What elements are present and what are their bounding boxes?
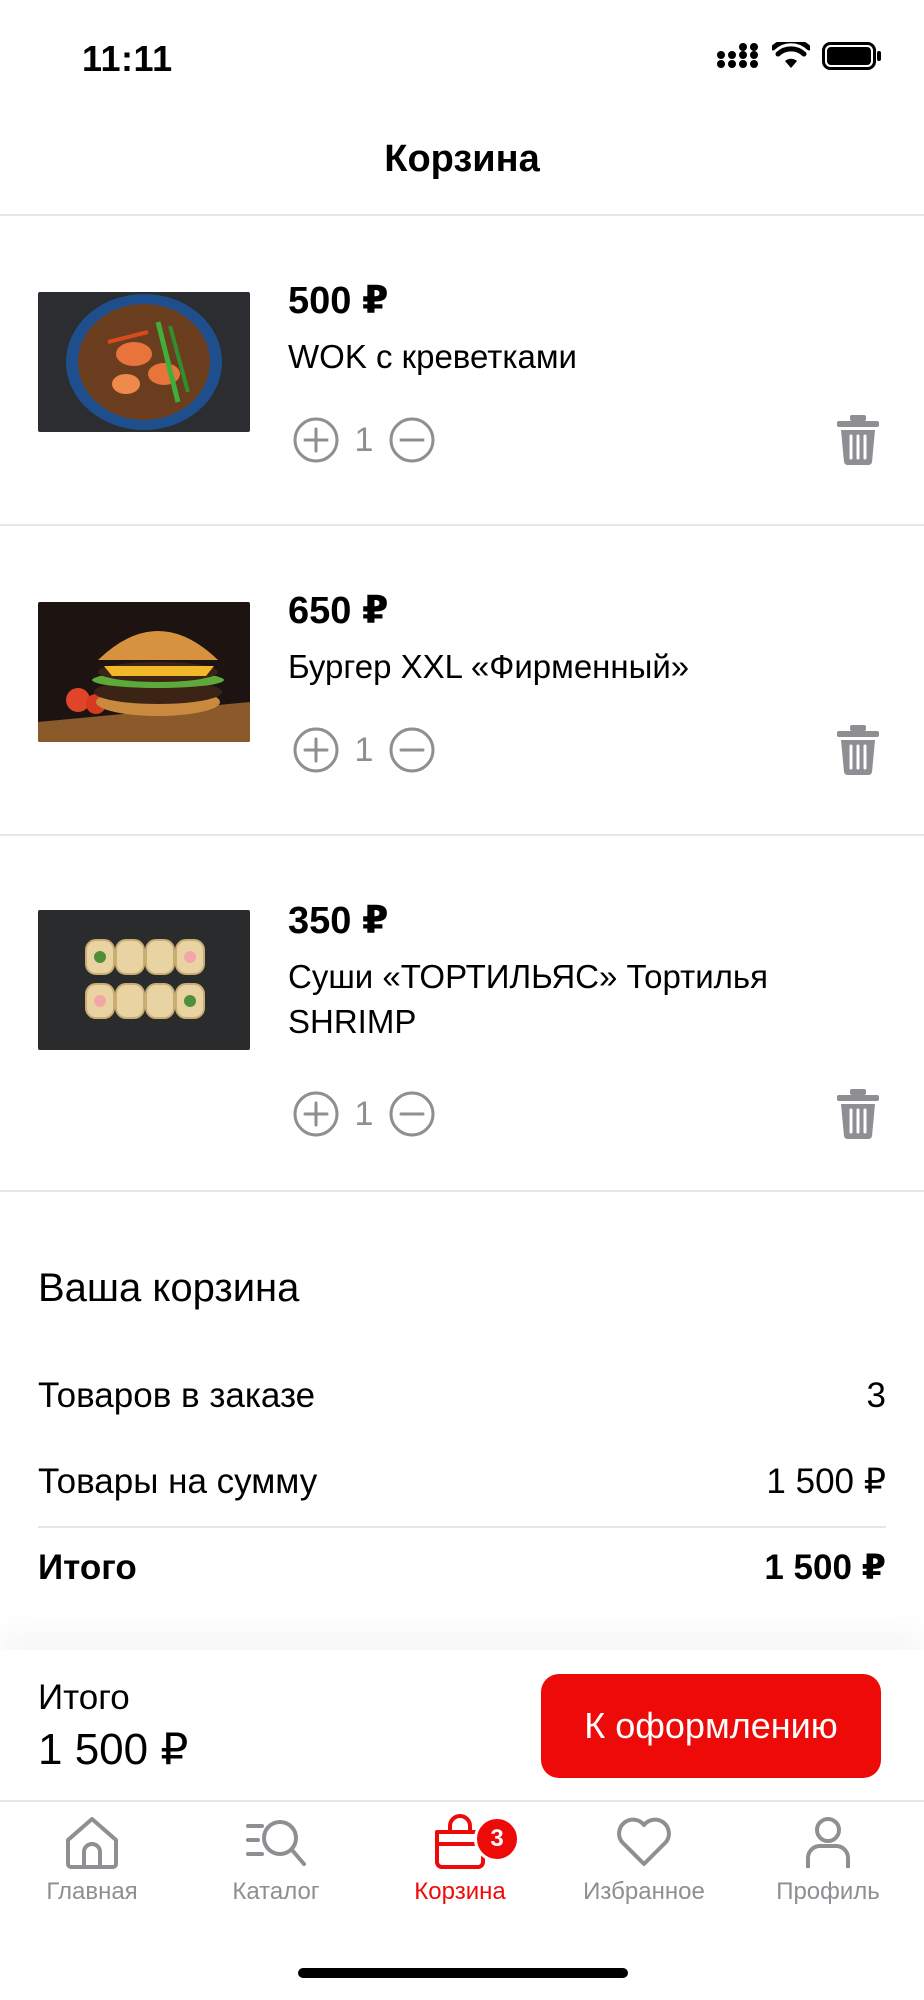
quantity-value: 1: [354, 730, 374, 769]
tab-cart[interactable]: 3 Корзина: [368, 1814, 552, 1906]
tab-profile[interactable]: Профиль: [736, 1814, 920, 1906]
cart-item: 500 ₽ WOK с креветками 1: [0, 216, 924, 526]
summary-items-label: Товаров в заказе: [38, 1376, 316, 1415]
summary-sum-row: Товары на сумму 1 500 ₽: [38, 1462, 886, 1502]
summary-sum-value: 1 500 ₽: [766, 1462, 886, 1501]
battery-icon: [822, 42, 881, 70]
checkout-total-value: 1 500 ₽: [38, 1725, 189, 1774]
summary-title: Ваша корзина: [38, 1266, 300, 1310]
heart-icon: [617, 1817, 671, 1866]
increase-quantity-button[interactable]: [292, 726, 340, 774]
cart-count-badge: 3: [474, 1816, 520, 1862]
status-icons: [716, 42, 882, 70]
tab-favorites[interactable]: Избранное: [552, 1814, 736, 1906]
checkout-button[interactable]: К оформлению: [541, 1674, 881, 1778]
item-price: 350 ₽: [288, 900, 389, 942]
summary-sum-label: Товары на сумму: [38, 1462, 318, 1501]
status-bar: 11:11: [0, 0, 924, 110]
decrease-quantity-button[interactable]: [388, 726, 436, 774]
home-indicator: [298, 1968, 628, 1978]
increase-quantity-button[interactable]: [292, 416, 340, 464]
tab-home[interactable]: Главная: [0, 1814, 184, 1906]
tab-favorites-label: Избранное: [583, 1878, 705, 1905]
person-icon: [806, 1817, 850, 1868]
quantity-stepper: 1: [292, 1090, 436, 1138]
item-price: 500 ₽: [288, 280, 389, 322]
quantity-stepper: 1: [292, 416, 436, 464]
wok-product-image[interactable]: [38, 292, 250, 432]
cart-item: 650 ₽ Бургер XXL «Фирменный» 1: [0, 526, 924, 836]
page-title: Корзина: [384, 138, 540, 180]
summary-items-value: 3: [866, 1376, 886, 1415]
status-time: 11:11: [82, 38, 173, 79]
cart-list: 500 ₽ WOK с креветками 1 650 ₽ Бургер XX…: [0, 216, 924, 1192]
summary-items-row: Товаров в заказе 3: [38, 1376, 886, 1416]
summary-total-value: 1 500 ₽: [764, 1548, 886, 1587]
item-name: Суши «ТОРТИЛЬЯС» Тортилья SHRIMP: [288, 958, 768, 1040]
quantity-value: 1: [354, 420, 374, 459]
tab-catalog-label: Каталог: [232, 1878, 320, 1905]
item-name: WOK с креветками: [288, 338, 577, 375]
checkout-total-label: Итого: [38, 1678, 130, 1717]
wifi-icon: [772, 42, 810, 68]
quantity-value: 1: [354, 1094, 374, 1133]
tab-home-label: Главная: [46, 1878, 138, 1905]
summary-total-label: Итого: [38, 1548, 137, 1587]
item-price: 650 ₽: [288, 590, 389, 632]
catalog-search-icon: [246, 1820, 306, 1866]
decrease-quantity-button[interactable]: [388, 416, 436, 464]
checkout-bar: Итого 1 500 ₽ К оформлению: [0, 1650, 924, 1800]
trash-icon[interactable]: [836, 724, 880, 776]
tab-cart-label: Корзина: [414, 1878, 506, 1905]
sushi-product-image[interactable]: [38, 910, 250, 1050]
summary-total-row: Итого 1 500 ₽: [38, 1548, 886, 1588]
item-name: Бургер XXL «Фирменный»: [288, 648, 690, 685]
cart-item: 350 ₽ Суши «ТОРТИЛЬЯС» Тортилья SHRIMP 1: [0, 836, 924, 1192]
decrease-quantity-button[interactable]: [388, 1090, 436, 1138]
quantity-stepper: 1: [292, 726, 436, 774]
trash-icon[interactable]: [836, 1088, 880, 1140]
trash-icon[interactable]: [836, 414, 880, 466]
cellular-signal-icon: [717, 43, 758, 68]
burger-product-image[interactable]: [38, 602, 250, 742]
summary-divider: [38, 1526, 886, 1528]
tab-catalog[interactable]: Каталог: [184, 1814, 368, 1906]
tab-profile-label: Профиль: [776, 1878, 880, 1905]
home-icon: [66, 1817, 118, 1869]
increase-quantity-button[interactable]: [292, 1090, 340, 1138]
